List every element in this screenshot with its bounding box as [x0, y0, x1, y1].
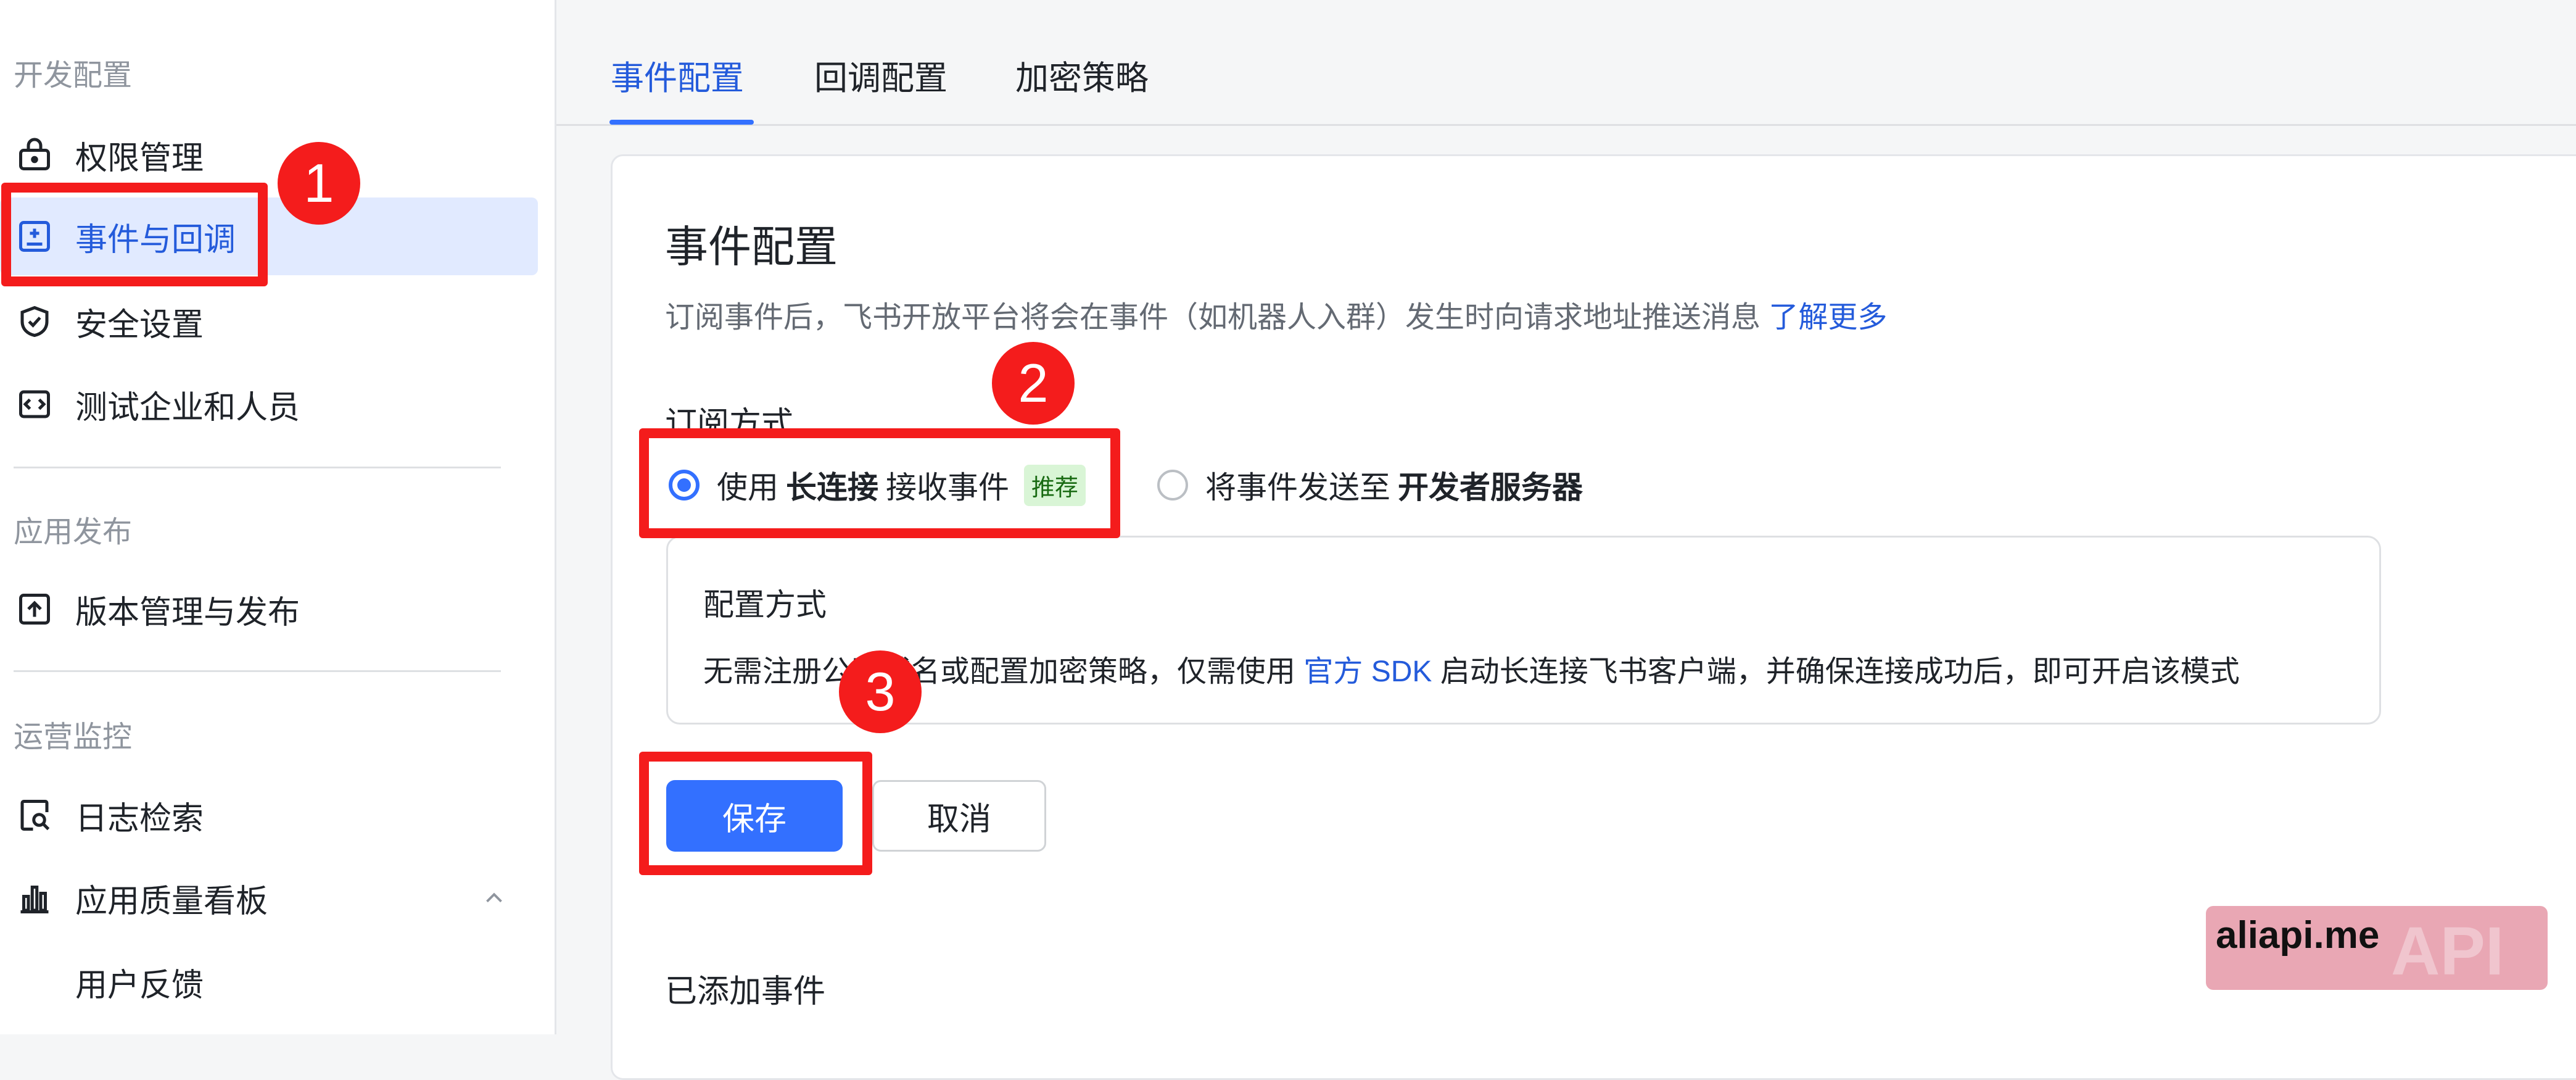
config-text-post: 启动长连接飞书客户端，并确保连接成功后，即可开启该模式 — [1440, 655, 2240, 688]
watermark-text: aliapi.me — [2216, 914, 2380, 957]
annotation-highlight-3 — [639, 752, 872, 875]
config-method-title: 配置方式 — [703, 588, 827, 622]
sidebar-item-log-search[interactable]: 日志检索 — [0, 776, 538, 854]
sidebar-item-label: 安全设置 — [75, 307, 204, 343]
bar-chart-icon — [16, 879, 53, 916]
lock-icon — [16, 136, 53, 173]
tab-callback-config[interactable]: 回调配置 — [814, 51, 947, 99]
active-tab-indicator — [609, 120, 754, 125]
sidebar-item-label: 应用质量看板 — [75, 883, 268, 920]
sidebar-item-security[interactable]: 安全设置 — [0, 283, 538, 360]
cancel-button[interactable]: 取消 — [872, 780, 1046, 852]
annotation-badge-2: 2 — [992, 342, 1075, 425]
official-sdk-link[interactable]: 官方 SDK — [1303, 655, 1432, 688]
sidebar-item-label: 权限管理 — [75, 140, 204, 177]
chevron-up-icon[interactable] — [480, 884, 508, 912]
config-text-pre: 无需注册公网域名或配置加密策略，仅需使用 — [703, 655, 1296, 688]
option-text-pre: 将事件发送至 — [1205, 470, 1390, 505]
sidebar-item-test-enterprise[interactable]: 测试企业和人员 — [0, 365, 538, 443]
sidebar-item-quality-dashboard[interactable]: 应用质量看板 — [0, 859, 538, 937]
added-events-title: 已添加事件 — [665, 974, 826, 1010]
sidebar-item-version-publish[interactable]: 版本管理与发布 — [0, 570, 538, 648]
page-title: 事件配置 — [665, 223, 838, 271]
learn-more-link[interactable]: 了解更多 — [1769, 301, 1887, 334]
config-method-text: 无需注册公网域名或配置加密策略，仅需使用 官方 SDK 启动长连接飞书客户端，并… — [703, 647, 2240, 690]
radio-developer-server[interactable]: 将事件发送至 开发者服务器 — [1157, 463, 1590, 507]
sidebar-item-label: 测试企业和人员 — [75, 389, 300, 426]
tab-event-config[interactable]: 事件配置 — [611, 51, 744, 99]
sidebar-item-label: 用户反馈 — [75, 967, 204, 1003]
tab-encryption-policy[interactable]: 加密策略 — [1015, 51, 1149, 99]
annotation-badge-1: 1 — [278, 142, 360, 225]
sidebar: 开发配置 权限管理 事件与回调 安全设置 测试企业和人员 应用发布 版本管理与发… — [0, 0, 556, 1034]
code-box-icon — [16, 386, 53, 423]
annotation-highlight-2 — [639, 428, 1120, 538]
option-text-bold: 开发者服务器 — [1398, 470, 1583, 505]
group-title-ops: 运营监控 — [14, 721, 133, 754]
radio-unchecked-icon[interactable] — [1157, 470, 1188, 501]
shield-check-icon — [16, 303, 53, 340]
group-title-dev: 开发配置 — [14, 59, 133, 92]
watermark: API aliapi.me — [2206, 906, 2548, 990]
card-description: 订阅事件后，飞书开放平台将会在事件（如机器人入群）发生时向请求地址推送消息 了解… — [665, 293, 1887, 336]
sidebar-divider — [14, 670, 501, 672]
log-search-icon — [16, 797, 53, 834]
config-method-box — [666, 536, 2381, 725]
sidebar-item-label: 日志检索 — [75, 800, 204, 837]
group-title-publish: 应用发布 — [14, 516, 133, 549]
description-text: 订阅事件后，飞书开放平台将会在事件（如机器人入群）发生时向请求地址推送消息 — [665, 301, 1761, 334]
annotation-highlight-1 — [1, 183, 268, 286]
sidebar-divider — [14, 467, 501, 468]
watermark-ghost-text: API — [2391, 913, 2504, 989]
sidebar-item-user-feedback[interactable]: 用户反馈 — [0, 943, 538, 1021]
upload-box-icon — [16, 591, 53, 628]
annotation-badge-3: 3 — [839, 650, 922, 733]
sidebar-item-label: 版本管理与发布 — [75, 594, 300, 631]
